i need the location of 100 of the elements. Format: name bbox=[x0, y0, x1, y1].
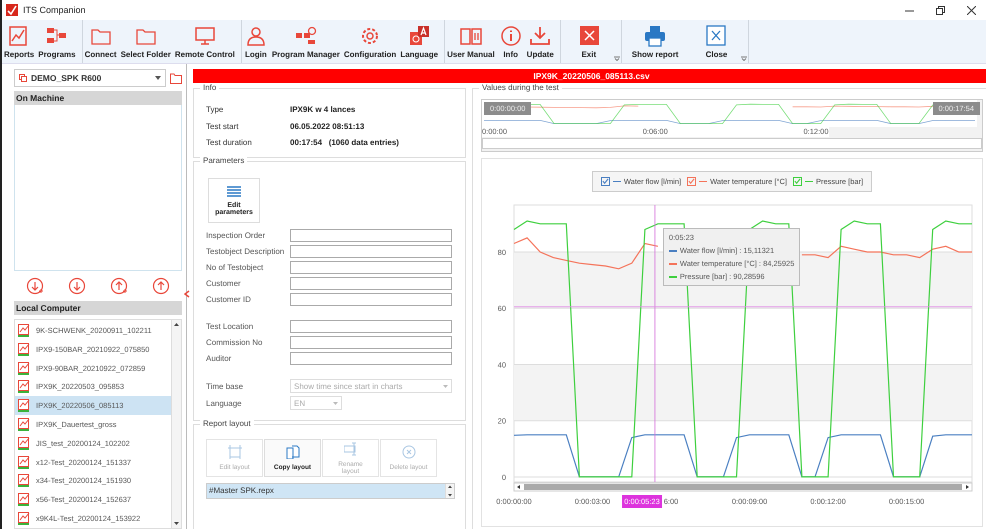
upload-button[interactable] bbox=[152, 277, 170, 295]
report-file-icon bbox=[18, 474, 31, 488]
field-label: Customer bbox=[206, 279, 242, 288]
group-title: Parameters bbox=[200, 156, 248, 165]
group-title: Report layout bbox=[200, 419, 254, 428]
toolbar-button[interactable]: Login bbox=[242, 20, 270, 63]
legend-checkbox[interactable] bbox=[793, 177, 802, 186]
info-label: Test start bbox=[206, 122, 240, 133]
field-label: Time base bbox=[206, 382, 244, 390]
scrollbar[interactable] bbox=[171, 320, 181, 528]
range-scrollbar[interactable] bbox=[482, 138, 982, 149]
report-file-icon bbox=[18, 418, 31, 431]
upload-button[interactable] bbox=[110, 277, 128, 295]
caret-icon bbox=[155, 76, 161, 80]
blocks-gear-icon bbox=[294, 24, 318, 46]
field-label: Auditor bbox=[206, 354, 232, 363]
toolbar-button[interactable]: Close bbox=[688, 20, 744, 63]
delete-icon bbox=[402, 445, 416, 459]
report-file-icon bbox=[18, 456, 31, 469]
input-field[interactable] bbox=[290, 229, 452, 242]
rename-icon bbox=[344, 442, 358, 456]
field-label: Test Location bbox=[206, 322, 254, 331]
toolbar-button[interactable]: Reports bbox=[2, 20, 36, 63]
field-label: No of Testobject bbox=[206, 263, 264, 272]
file-banner: IPX9K_20220506_085113.csv bbox=[193, 69, 986, 83]
printer-icon bbox=[643, 24, 668, 46]
caret-icon bbox=[443, 384, 448, 388]
info-label: Test duration bbox=[206, 138, 253, 150]
info-icon bbox=[498, 24, 523, 46]
close-icon[interactable] bbox=[967, 6, 976, 14]
device-name: DEMO_SPK R600 bbox=[31, 73, 102, 83]
collapse-icon[interactable] bbox=[184, 290, 190, 298]
layout-item[interactable]: #Master SPK.repx bbox=[207, 484, 445, 498]
section-header: Local Computer bbox=[14, 301, 182, 315]
report-file-icon bbox=[18, 512, 31, 526]
app-logo-icon bbox=[6, 4, 18, 16]
frame-icon bbox=[228, 445, 242, 459]
chevron-down-icon[interactable] bbox=[614, 56, 620, 61]
caret-icon bbox=[333, 402, 338, 404]
toolbar-button[interactable]: Program Manager bbox=[270, 20, 342, 63]
report-file-icon bbox=[18, 324, 31, 337]
toolbar-button[interactable]: Info bbox=[496, 20, 525, 63]
list-icon bbox=[227, 186, 241, 196]
toolbar-button[interactable]: Show report bbox=[622, 20, 688, 63]
info-value: IPX9K w 4 lances bbox=[290, 105, 356, 116]
language-icon bbox=[407, 24, 432, 46]
restore-icon[interactable] bbox=[936, 6, 945, 14]
folder-icon[interactable] bbox=[170, 72, 182, 84]
toolbar-button[interactable]: User Manual bbox=[445, 20, 497, 63]
input-field[interactable] bbox=[290, 293, 452, 306]
toolbar-button[interactable]: Connect bbox=[82, 20, 119, 63]
input-field[interactable] bbox=[290, 261, 452, 274]
close-icon bbox=[704, 24, 728, 46]
toolbar-button[interactable]: Language bbox=[398, 20, 440, 63]
scrollbar[interactable] bbox=[445, 484, 454, 498]
chevron-down-icon[interactable] bbox=[741, 56, 748, 61]
toolbar-button[interactable]: Select Folder bbox=[118, 20, 173, 63]
toolbar-button[interactable]: Programs bbox=[36, 20, 78, 63]
device-icon bbox=[19, 74, 27, 82]
field-label: Customer ID bbox=[206, 295, 252, 304]
toolbar-button[interactable]: Configuration bbox=[342, 20, 398, 63]
scroll-up-icon[interactable] bbox=[446, 484, 454, 490]
download-button[interactable] bbox=[68, 277, 86, 295]
field-label: Commission No bbox=[206, 338, 264, 347]
field-label: Language bbox=[206, 398, 243, 408]
copy-icon bbox=[286, 445, 300, 459]
report-file-icon bbox=[18, 380, 31, 394]
toolbar-button[interactable]: Exit bbox=[560, 20, 617, 63]
toolbar-button[interactable]: Update bbox=[524, 20, 556, 63]
section-header: On Machine bbox=[14, 91, 182, 105]
field-label: Inspection Order bbox=[206, 231, 266, 240]
input-field[interactable] bbox=[290, 277, 452, 290]
info-value: 06.05.2022 08:51:13 bbox=[290, 122, 366, 133]
checkmark-icon bbox=[602, 178, 609, 185]
report-file-icon bbox=[18, 493, 31, 506]
group-title: Values during the test bbox=[479, 83, 562, 92]
device-dropdown[interactable]: DEMO_SPK R600 bbox=[14, 69, 166, 87]
toolbar-button[interactable]: Remote Control bbox=[172, 20, 237, 63]
info-label: Type bbox=[206, 105, 224, 116]
download-icon bbox=[528, 24, 552, 46]
report-file-icon bbox=[18, 399, 31, 412]
input-field[interactable] bbox=[290, 320, 452, 333]
checkmark-icon bbox=[688, 178, 696, 185]
horizontal-scrollbar[interactable] bbox=[514, 482, 972, 492]
report-file-icon bbox=[18, 342, 31, 356]
report-file-icon bbox=[18, 362, 31, 375]
group-title: Info bbox=[200, 83, 220, 92]
legend-checkbox[interactable] bbox=[687, 177, 696, 186]
scroll-down-icon[interactable] bbox=[446, 492, 454, 498]
window-title: ITS Companion bbox=[23, 5, 86, 15]
info-value: 00:17:54 (1060 data entries) bbox=[290, 138, 400, 150]
checkmark-icon bbox=[794, 178, 802, 185]
input-field[interactable] bbox=[290, 352, 452, 365]
input-field[interactable] bbox=[290, 245, 452, 258]
report-file-icon bbox=[18, 436, 31, 450]
legend-checkbox[interactable] bbox=[600, 177, 610, 186]
input-field[interactable] bbox=[290, 336, 452, 349]
download-button[interactable] bbox=[26, 277, 44, 295]
field-label: Testobject Description bbox=[206, 247, 286, 256]
monitor-icon bbox=[192, 24, 217, 46]
